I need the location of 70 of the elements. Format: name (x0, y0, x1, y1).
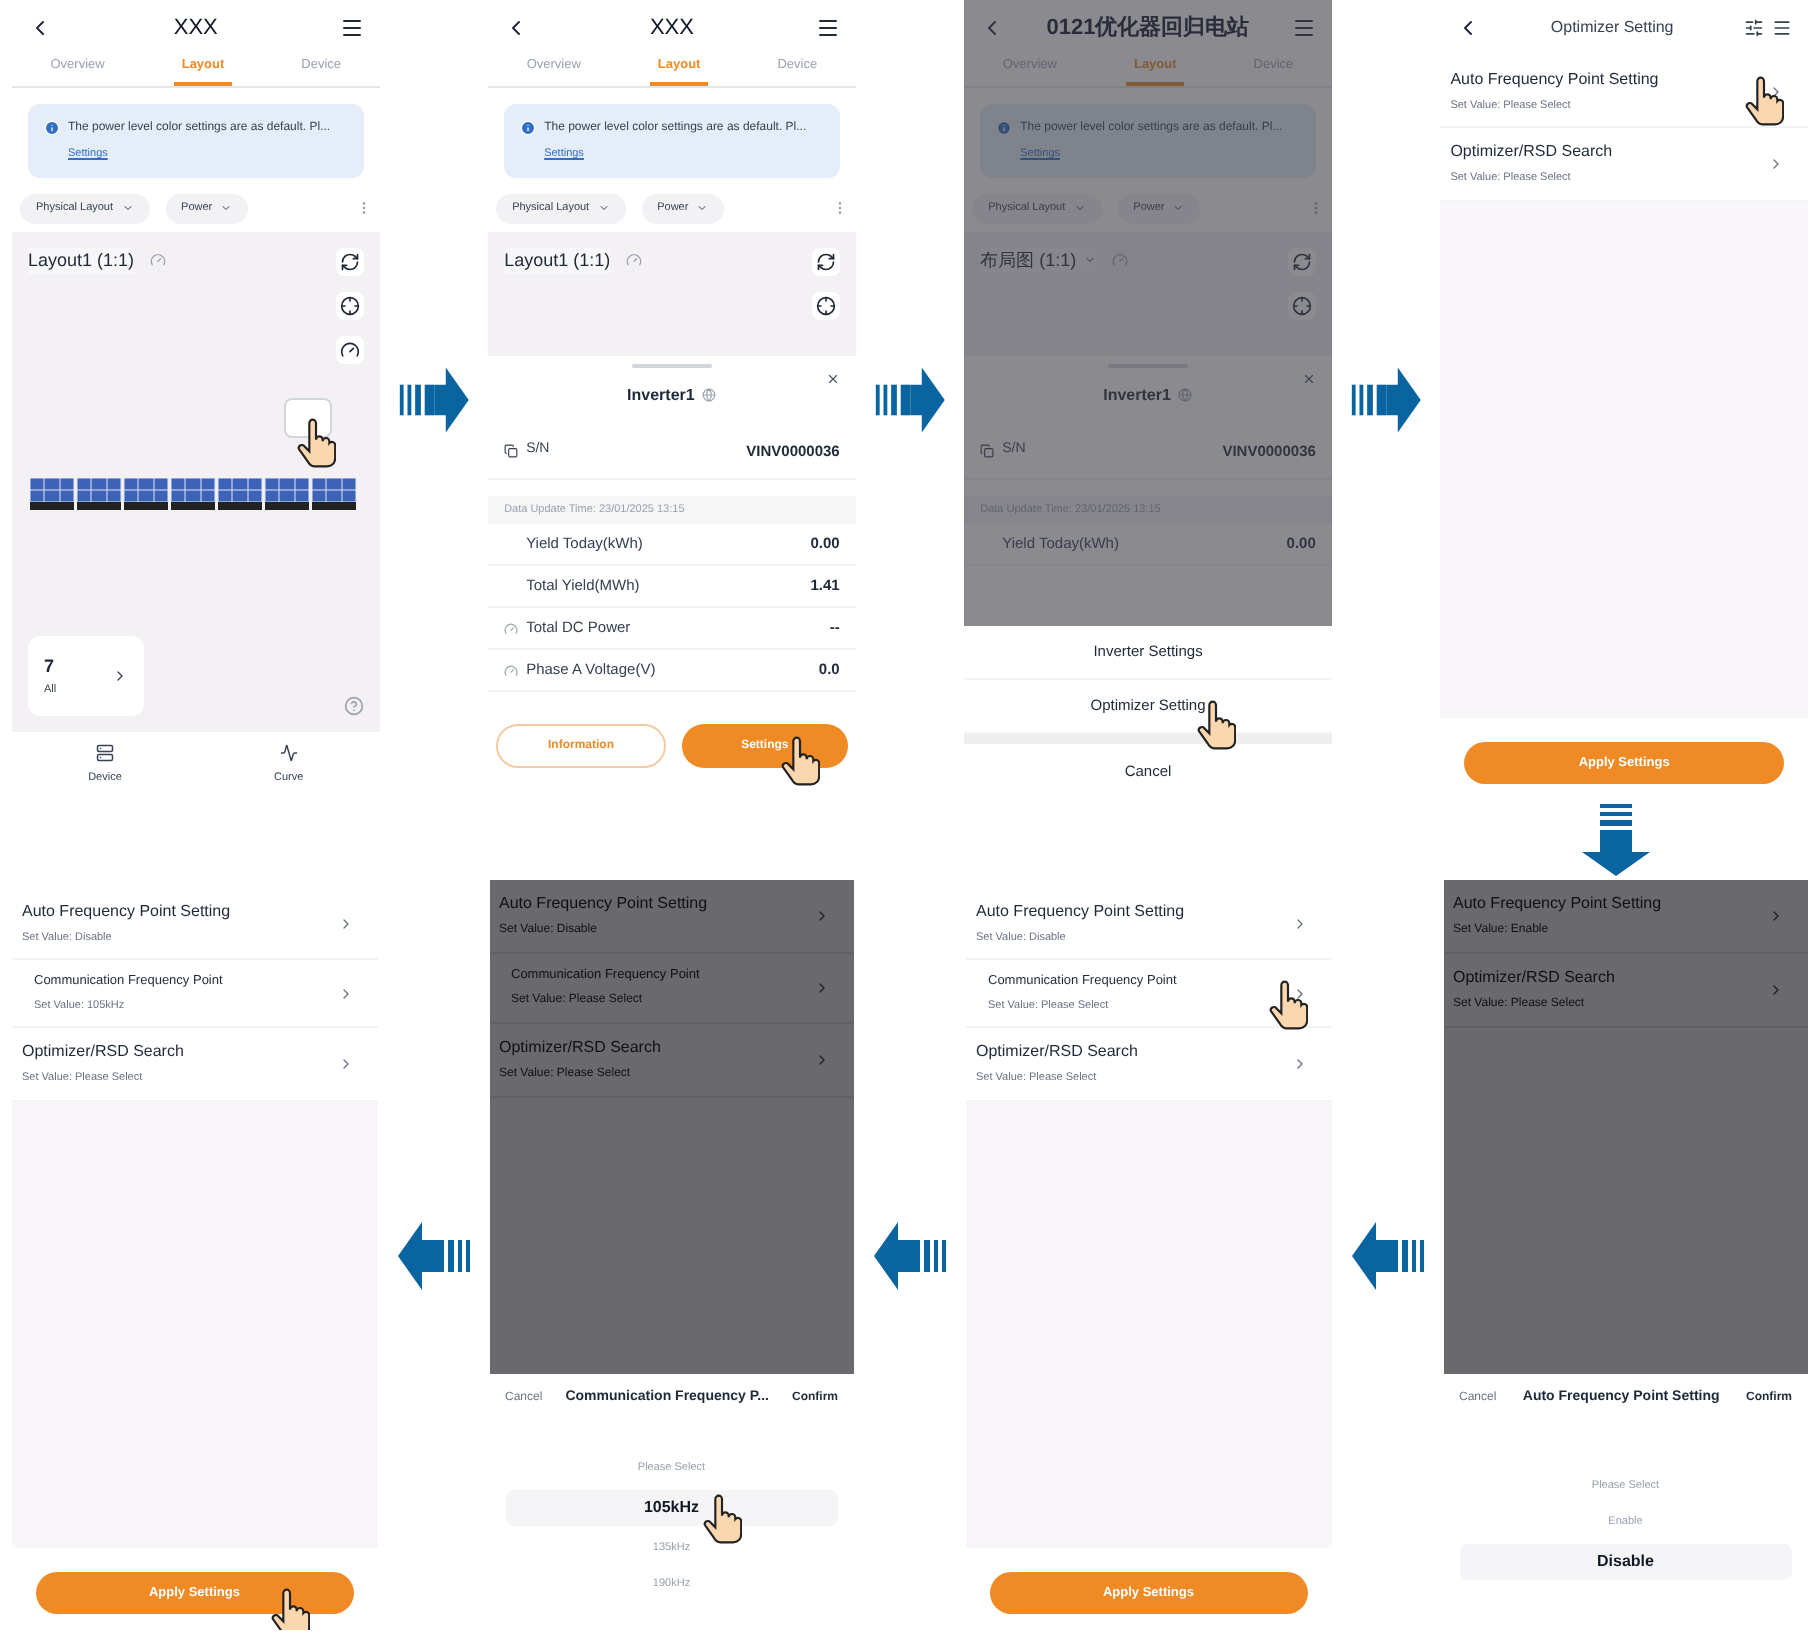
down-arrow-icon (1580, 800, 1652, 880)
device-card-drawing (283, 397, 332, 437)
device-icon (95, 744, 114, 763)
sheet-title: Inverter1 (1103, 383, 1171, 407)
setting-title: Optimizer/RSD Search (1453, 966, 1615, 990)
gauge-icon (504, 663, 519, 677)
layout-title[interactable]: 布局图 (1:1) (980, 247, 1097, 274)
hand-pointer-icon (269, 1588, 309, 1630)
screen-title: 0121优化器回归电站 (1046, 13, 1250, 44)
chevron-right-icon (1768, 982, 1784, 998)
screen-title: XXX (173, 13, 218, 44)
setting-title: Auto Frequency Point Setting (976, 900, 1185, 924)
chevron-right-icon (1768, 908, 1784, 924)
setting-title: Optimizer/RSD Search (499, 1035, 661, 1060)
copy-icon[interactable] (504, 443, 519, 458)
right-arrow-icon (395, 364, 473, 436)
caret-icon (220, 202, 233, 215)
menu-icon[interactable] (815, 16, 840, 40)
chevron-right-icon (814, 979, 830, 996)
chevron-right-icon (814, 908, 830, 924)
caret-icon (121, 202, 134, 215)
refresh-icon[interactable] (335, 247, 364, 275)
screen-title: Optimizer Setting (1550, 16, 1674, 40)
globe-icon (702, 388, 717, 402)
gauge-icon[interactable] (335, 335, 364, 363)
setting-title: Optimizer/RSD Search (1450, 140, 1613, 165)
gauge-icon (1112, 252, 1129, 269)
hand-pointer-icon (1267, 980, 1307, 1031)
locate-icon[interactable] (335, 291, 364, 319)
caret-icon (1084, 254, 1097, 267)
gauge-icon (626, 252, 643, 269)
info-icon (520, 120, 537, 136)
setting-title: Auto Frequency Point Setting (1450, 68, 1659, 92)
close-icon[interactable] (825, 371, 840, 385)
globe-icon (1178, 388, 1193, 402)
caret-icon (696, 202, 709, 215)
locate-icon[interactable] (811, 291, 840, 319)
info-icon (44, 120, 60, 136)
device-count: 7 (44, 654, 57, 681)
menu-icon[interactable] (1771, 18, 1792, 38)
left-arrow-icon (870, 1219, 950, 1291)
setting-title: Auto Frequency Point Setting (1453, 892, 1662, 916)
hand-pointer-icon (295, 417, 336, 467)
chevron-right-icon (112, 668, 128, 684)
left-arrow-icon (1347, 1219, 1427, 1291)
setting-title: Optimizer/RSD Search (976, 1040, 1138, 1065)
chevron-right-icon (814, 1051, 830, 1068)
caret-icon (1172, 202, 1185, 215)
picker-option[interactable]: Disable (1459, 1544, 1792, 1580)
sliders-icon[interactable] (1743, 18, 1764, 38)
gauge-icon (504, 621, 519, 635)
left-arrow-icon (393, 1219, 473, 1291)
hand-pointer-icon (702, 1494, 742, 1544)
setting-title: Auto Frequency Point Setting (499, 892, 708, 916)
caret-icon (597, 202, 610, 215)
layout-title[interactable]: Layout1 (1:1) (28, 247, 135, 274)
sheet-title: Inverter1 (627, 383, 695, 407)
menu-icon[interactable] (339, 16, 364, 40)
info-icon (996, 120, 1013, 136)
right-arrow-icon (1347, 364, 1425, 436)
caret-icon (1073, 202, 1086, 215)
layout-title[interactable]: Layout1 (1:1) (504, 247, 611, 274)
gauge-icon (150, 252, 167, 269)
setting-title: Auto Frequency Point Setting (22, 900, 231, 924)
right-arrow-icon (871, 364, 949, 436)
hand-pointer-icon (1743, 76, 1784, 126)
refresh-icon[interactable] (811, 247, 840, 275)
setting-title: Optimizer/RSD Search (22, 1040, 184, 1065)
curve-icon (279, 744, 298, 763)
screen-title: XXX (649, 13, 694, 44)
